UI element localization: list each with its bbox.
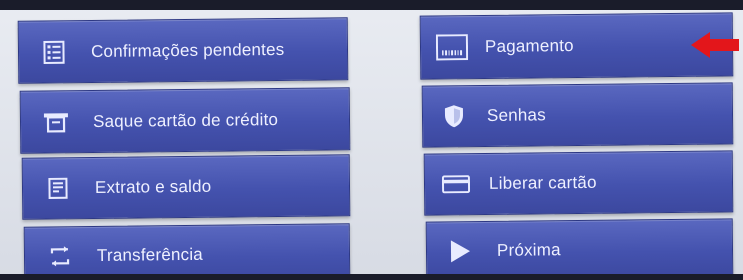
card-icon [439, 175, 473, 194]
shield-icon [441, 104, 467, 128]
proxima-label: Próxima [496, 240, 561, 260]
extrato-e-saldo-label: Extrato e saldo [94, 176, 212, 197]
senhas-button[interactable]: Senhas [421, 82, 734, 148]
play-next-icon [445, 239, 475, 263]
proxima-button[interactable]: Próxima [425, 218, 734, 280]
cash-withdraw-icon [41, 111, 71, 133]
screen-bezel-bottom [0, 274, 743, 280]
pagamento-label: Pagamento [484, 36, 574, 56]
extrato-e-saldo-button[interactable]: Extrato e saldo [21, 154, 351, 220]
checklist-icon [39, 40, 69, 64]
statement-icon [43, 177, 73, 199]
barcode-icon [435, 34, 469, 61]
liberar-cartao-label: Liberar cartão [488, 172, 597, 193]
transferencia-label: Transferência [96, 244, 203, 265]
pagamento-button[interactable]: Pagamento [419, 12, 734, 80]
confirmacoes-pendentes-button[interactable]: Confirmações pendentes [17, 17, 349, 84]
transfer-icon [45, 244, 75, 268]
red-arrow-icon [690, 30, 740, 65]
confirmacoes-pendentes-label: Confirmações pendentes [90, 39, 285, 61]
atm-screen: Confirmações pendentes Saque cartão de c… [0, 0, 743, 280]
saque-cartao-credito-button[interactable]: Saque cartão de crédito [19, 87, 351, 154]
senhas-label: Senhas [486, 105, 546, 125]
saque-cartao-credito-label: Saque cartão de crédito [92, 109, 279, 131]
transferencia-button[interactable]: Transferência [23, 223, 351, 280]
liberar-cartao-button[interactable]: Liberar cartão [423, 150, 734, 216]
screen-bezel-top [0, 0, 743, 10]
